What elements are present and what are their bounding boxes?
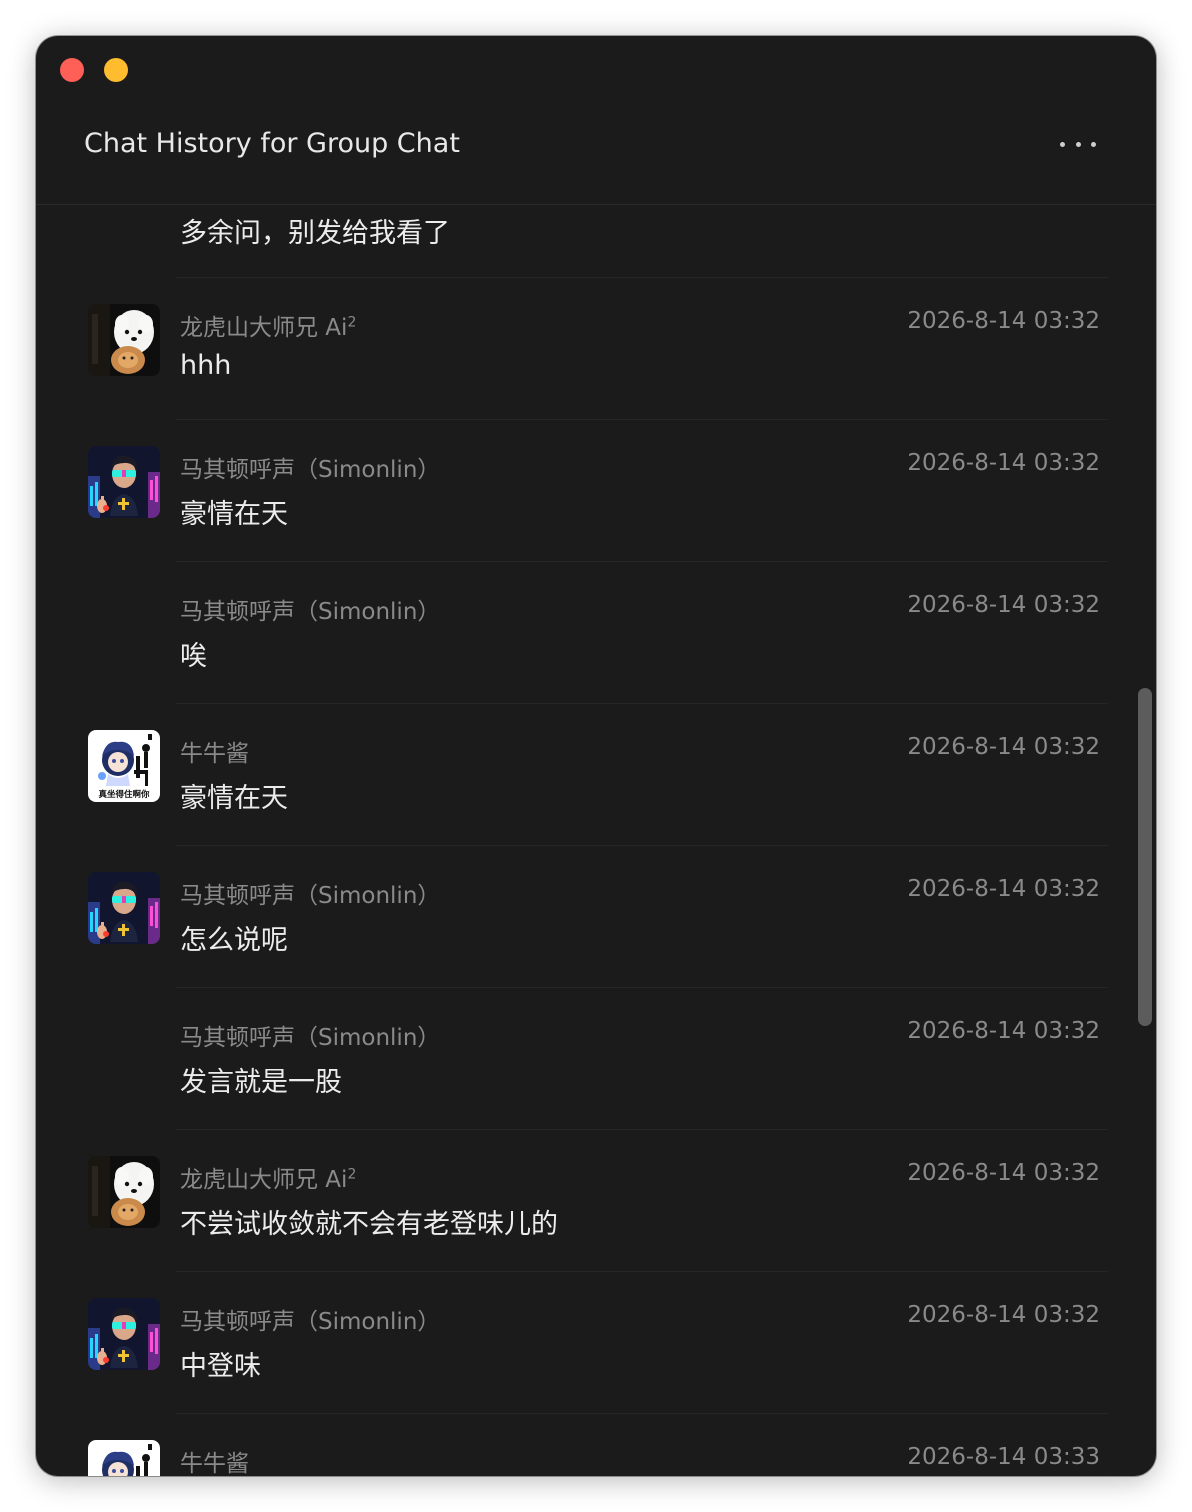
message-timestamp: 2026-8-14 03:32: [907, 1018, 1100, 1044]
message-list[interactable]: 多余问，别发给我看了 龙虎山大师兄 Ai2 2026-8-14 03:32 hhh 马…: [36, 205, 1156, 1476]
message-timestamp: 2026-8-14 03:33: [907, 1444, 1100, 1470]
sender-name: 马其顿呼声（Simonlin）: [180, 592, 440, 626]
message-text: hhh: [180, 350, 232, 381]
sender-name-text: 马其顿呼声（Simonlin）: [180, 599, 441, 625]
cyber-man-sunglasses-avatar[interactable]: [88, 872, 160, 944]
cyber-man-sunglasses-avatar[interactable]: [88, 1298, 160, 1370]
message-row[interactable]: 龙虎山大师兄 Ai2 2026-8-14 03:32 hhh: [36, 278, 1156, 420]
message-timestamp: 2026-8-14 03:32: [907, 1302, 1100, 1328]
cyber-man-sunglasses-avatar[interactable]: [88, 446, 160, 518]
message-text: 多余问，别发给我看了: [180, 218, 450, 249]
message-row[interactable]: 马其顿呼声（Simonlin） 2026-8-14 03:32 唉: [36, 562, 1156, 704]
sender-name: 牛牛酱: [180, 1444, 249, 1476]
sender-name-text: 马其顿呼声（Simonlin）: [180, 457, 441, 483]
sender-name-text: 龙虎山大师兄 Ai: [180, 1167, 348, 1193]
message-timestamp: 2026-8-14 03:32: [907, 450, 1100, 476]
window-title: Chat History for Group Chat: [84, 128, 460, 159]
sender-name: 马其顿呼声（Simonlin）: [180, 1018, 440, 1052]
anime-girl-sticker-avatar[interactable]: 真坐得住啊你: [88, 1440, 160, 1476]
sender-superscript: 2: [347, 314, 357, 331]
message-text: 发言就是一股: [180, 1067, 342, 1098]
message-row[interactable]: 马其顿呼声（Simonlin） 2026-8-14 03:32 豪情在天: [36, 420, 1156, 562]
avatar-caption: 真坐得住啊你: [98, 789, 150, 800]
message-text: 不尝试收敛就不会有老登味儿的: [180, 1209, 558, 1240]
message-row[interactable]: 真坐得住啊你 牛牛酱 2026-8-14 03:32 豪情在天: [36, 704, 1156, 846]
sender-name: 马其顿呼声（Simonlin）: [180, 1302, 440, 1336]
sender-name-text: 牛牛酱: [180, 741, 249, 767]
message-row[interactable]: 马其顿呼声（Simonlin） 2026-8-14 03:32 中登味: [36, 1272, 1156, 1414]
message-text: 豪情在天: [180, 499, 288, 530]
message-timestamp: 2026-8-14 03:32: [907, 734, 1100, 760]
sender-name: 马其顿呼声（Simonlin）: [180, 450, 440, 484]
chat-history-window: Chat History for Group Chat 多余问，别发给我看了 龙…: [36, 36, 1156, 1476]
message-row[interactable]: 真坐得住啊你牛牛酱 2026-8-14 03:33: [36, 1414, 1156, 1476]
message-timestamp: 2026-8-14 03:32: [907, 876, 1100, 902]
message-timestamp: 2026-8-14 03:32: [907, 1160, 1100, 1186]
more-options-icon[interactable]: [1060, 138, 1096, 150]
message-text: 中登味: [180, 1351, 261, 1382]
sender-name-text: 马其顿呼声（Simonlin）: [180, 883, 441, 909]
samoyed-dog-cat-avatar[interactable]: [88, 304, 160, 376]
message-timestamp: 2026-8-14 03:32: [907, 308, 1100, 334]
sender-name-text: 龙虎山大师兄 Ai: [180, 315, 348, 341]
scrollbar-thumb[interactable]: [1138, 688, 1152, 1026]
sender-name-text: 马其顿呼声（Simonlin）: [180, 1309, 441, 1335]
message-text: 怎么说呢: [180, 925, 288, 956]
message-text: 唉: [180, 641, 207, 672]
window-controls: [60, 58, 128, 82]
message-row[interactable]: 马其顿呼声（Simonlin） 2026-8-14 03:32 怎么说呢: [36, 846, 1156, 988]
sender-name-text: 牛牛酱: [180, 1451, 249, 1476]
message-text: 豪情在天: [180, 783, 288, 814]
sender-superscript: 2: [347, 1166, 357, 1183]
sender-name-text: 马其顿呼声（Simonlin）: [180, 1025, 441, 1051]
window-header: Chat History for Group Chat: [36, 36, 1156, 205]
message-row[interactable]: 龙虎山大师兄 Ai2 2026-8-14 03:32 不尝试收敛就不会有老登味儿的: [36, 1130, 1156, 1272]
samoyed-dog-cat-avatar[interactable]: [88, 1156, 160, 1228]
anime-girl-sticker-avatar[interactable]: 真坐得住啊你: [88, 730, 160, 802]
close-window-button[interactable]: [60, 58, 84, 82]
sender-name: 龙虎山大师兄 Ai2: [180, 1160, 356, 1194]
message-row[interactable]: 马其顿呼声（Simonlin） 2026-8-14 03:32 发言就是一股: [36, 988, 1156, 1130]
minimize-window-button[interactable]: [104, 58, 128, 82]
message-timestamp: 2026-8-14 03:32: [907, 592, 1100, 618]
sender-name: 龙虎山大师兄 Ai2: [180, 308, 356, 342]
sender-name: 马其顿呼声（Simonlin）: [180, 876, 440, 910]
sender-name: 牛牛酱: [180, 734, 249, 768]
